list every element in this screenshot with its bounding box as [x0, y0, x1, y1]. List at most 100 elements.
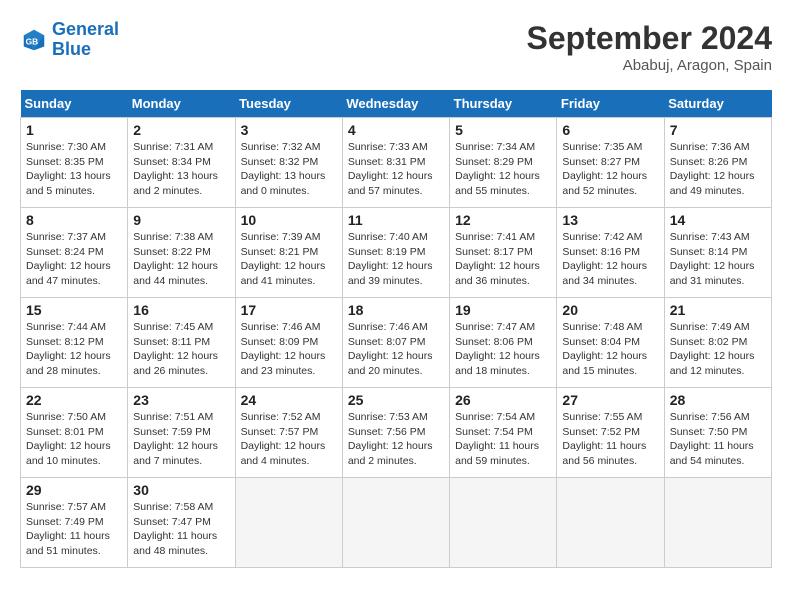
sunset-label: Sunset: 8:16 PM — [562, 246, 640, 258]
day-number: 24 — [241, 392, 337, 408]
sunset-label: Sunset: 8:21 PM — [241, 246, 319, 258]
sunrise-label: Sunrise: 7:46 AM — [348, 321, 428, 333]
calendar-cell — [664, 478, 771, 568]
sunset-label: Sunset: 8:01 PM — [26, 426, 104, 438]
sunrise-label: Sunrise: 7:52 AM — [241, 411, 321, 423]
day-info: Sunrise: 7:40 AM Sunset: 8:19 PM Dayligh… — [348, 230, 444, 289]
day-number: 12 — [455, 212, 551, 228]
col-header-friday: Friday — [557, 90, 664, 118]
day-number: 23 — [133, 392, 229, 408]
daylight-label: Daylight: 11 hours and 56 minutes. — [562, 440, 646, 467]
calendar-cell — [450, 478, 557, 568]
calendar-cell: 22 Sunrise: 7:50 AM Sunset: 8:01 PM Dayl… — [21, 388, 128, 478]
sunrise-label: Sunrise: 7:57 AM — [26, 501, 106, 513]
calendar-cell: 12 Sunrise: 7:41 AM Sunset: 8:17 PM Dayl… — [450, 208, 557, 298]
daylight-label: Daylight: 12 hours and 36 minutes. — [455, 260, 540, 287]
sunset-label: Sunset: 8:06 PM — [455, 336, 533, 348]
day-info: Sunrise: 7:30 AM Sunset: 8:35 PM Dayligh… — [26, 140, 122, 199]
sunset-label: Sunset: 8:31 PM — [348, 156, 426, 168]
daylight-label: Daylight: 12 hours and 49 minutes. — [670, 170, 755, 197]
calendar-cell: 17 Sunrise: 7:46 AM Sunset: 8:09 PM Dayl… — [235, 298, 342, 388]
day-info: Sunrise: 7:33 AM Sunset: 8:31 PM Dayligh… — [348, 140, 444, 199]
svg-text:GB: GB — [26, 36, 39, 46]
day-info: Sunrise: 7:36 AM Sunset: 8:26 PM Dayligh… — [670, 140, 766, 199]
day-number: 6 — [562, 122, 658, 138]
day-info: Sunrise: 7:37 AM Sunset: 8:24 PM Dayligh… — [26, 230, 122, 289]
logo-line1: General — [52, 20, 119, 40]
sunset-label: Sunset: 8:04 PM — [562, 336, 640, 348]
sunset-label: Sunset: 7:54 PM — [455, 426, 533, 438]
calendar-cell: 4 Sunrise: 7:33 AM Sunset: 8:31 PM Dayli… — [342, 118, 449, 208]
daylight-label: Daylight: 12 hours and 10 minutes. — [26, 440, 111, 467]
daylight-label: Daylight: 12 hours and 57 minutes. — [348, 170, 433, 197]
day-number: 22 — [26, 392, 122, 408]
day-info: Sunrise: 7:56 AM Sunset: 7:50 PM Dayligh… — [670, 410, 766, 469]
day-info: Sunrise: 7:38 AM Sunset: 8:22 PM Dayligh… — [133, 230, 229, 289]
day-number: 3 — [241, 122, 337, 138]
sunset-label: Sunset: 8:11 PM — [133, 336, 210, 348]
sunset-label: Sunset: 7:52 PM — [562, 426, 640, 438]
sunset-label: Sunset: 8:27 PM — [562, 156, 640, 168]
sunset-label: Sunset: 8:19 PM — [348, 246, 426, 258]
daylight-label: Daylight: 12 hours and 52 minutes. — [562, 170, 647, 197]
daylight-label: Daylight: 13 hours and 2 minutes. — [133, 170, 218, 197]
sunrise-label: Sunrise: 7:30 AM — [26, 141, 106, 153]
daylight-label: Daylight: 12 hours and 34 minutes. — [562, 260, 647, 287]
sunrise-label: Sunrise: 7:50 AM — [26, 411, 106, 423]
daylight-label: Daylight: 12 hours and 23 minutes. — [241, 350, 326, 377]
calendar-cell: 30 Sunrise: 7:58 AM Sunset: 7:47 PM Dayl… — [128, 478, 235, 568]
day-info: Sunrise: 7:45 AM Sunset: 8:11 PM Dayligh… — [133, 320, 229, 379]
sunrise-label: Sunrise: 7:54 AM — [455, 411, 535, 423]
sunset-label: Sunset: 8:26 PM — [670, 156, 748, 168]
week-row-4: 22 Sunrise: 7:50 AM Sunset: 8:01 PM Dayl… — [21, 388, 772, 478]
day-number: 2 — [133, 122, 229, 138]
sunrise-label: Sunrise: 7:37 AM — [26, 231, 106, 243]
day-info: Sunrise: 7:50 AM Sunset: 8:01 PM Dayligh… — [26, 410, 122, 469]
day-info: Sunrise: 7:47 AM Sunset: 8:06 PM Dayligh… — [455, 320, 551, 379]
day-number: 11 — [348, 212, 444, 228]
sunrise-label: Sunrise: 7:31 AM — [133, 141, 213, 153]
sunrise-label: Sunrise: 7:45 AM — [133, 321, 213, 333]
sunrise-label: Sunrise: 7:53 AM — [348, 411, 428, 423]
calendar-cell: 6 Sunrise: 7:35 AM Sunset: 8:27 PM Dayli… — [557, 118, 664, 208]
sunrise-label: Sunrise: 7:43 AM — [670, 231, 750, 243]
sunset-label: Sunset: 7:50 PM — [670, 426, 748, 438]
sunset-label: Sunset: 8:29 PM — [455, 156, 533, 168]
daylight-label: Daylight: 12 hours and 7 minutes. — [133, 440, 218, 467]
col-header-thursday: Thursday — [450, 90, 557, 118]
sunset-label: Sunset: 8:12 PM — [26, 336, 104, 348]
sunset-label: Sunset: 7:56 PM — [348, 426, 426, 438]
day-number: 10 — [241, 212, 337, 228]
sunrise-label: Sunrise: 7:48 AM — [562, 321, 642, 333]
calendar-cell: 14 Sunrise: 7:43 AM Sunset: 8:14 PM Dayl… — [664, 208, 771, 298]
col-header-sunday: Sunday — [21, 90, 128, 118]
day-info: Sunrise: 7:48 AM Sunset: 8:04 PM Dayligh… — [562, 320, 658, 379]
logo-icon: GB — [20, 26, 48, 54]
sunset-label: Sunset: 7:59 PM — [133, 426, 211, 438]
daylight-label: Daylight: 12 hours and 4 minutes. — [241, 440, 326, 467]
logo-line2: Blue — [52, 40, 119, 60]
week-row-5: 29 Sunrise: 7:57 AM Sunset: 7:49 PM Dayl… — [21, 478, 772, 568]
day-info: Sunrise: 7:34 AM Sunset: 8:29 PM Dayligh… — [455, 140, 551, 199]
day-info: Sunrise: 7:42 AM Sunset: 8:16 PM Dayligh… — [562, 230, 658, 289]
calendar-cell: 24 Sunrise: 7:52 AM Sunset: 7:57 PM Dayl… — [235, 388, 342, 478]
sunset-label: Sunset: 8:02 PM — [670, 336, 748, 348]
calendar-cell — [557, 478, 664, 568]
day-number: 5 — [455, 122, 551, 138]
calendar-cell: 28 Sunrise: 7:56 AM Sunset: 7:50 PM Dayl… — [664, 388, 771, 478]
daylight-label: Daylight: 12 hours and 47 minutes. — [26, 260, 111, 287]
sunrise-label: Sunrise: 7:55 AM — [562, 411, 642, 423]
day-number: 7 — [670, 122, 766, 138]
day-number: 19 — [455, 302, 551, 318]
daylight-label: Daylight: 12 hours and 41 minutes. — [241, 260, 326, 287]
calendar-cell: 23 Sunrise: 7:51 AM Sunset: 7:59 PM Dayl… — [128, 388, 235, 478]
col-header-saturday: Saturday — [664, 90, 771, 118]
day-number: 20 — [562, 302, 658, 318]
sunrise-label: Sunrise: 7:49 AM — [670, 321, 750, 333]
daylight-label: Daylight: 12 hours and 31 minutes. — [670, 260, 755, 287]
day-info: Sunrise: 7:55 AM Sunset: 7:52 PM Dayligh… — [562, 410, 658, 469]
day-number: 18 — [348, 302, 444, 318]
week-row-3: 15 Sunrise: 7:44 AM Sunset: 8:12 PM Dayl… — [21, 298, 772, 388]
daylight-label: Daylight: 12 hours and 39 minutes. — [348, 260, 433, 287]
daylight-label: Daylight: 12 hours and 26 minutes. — [133, 350, 218, 377]
